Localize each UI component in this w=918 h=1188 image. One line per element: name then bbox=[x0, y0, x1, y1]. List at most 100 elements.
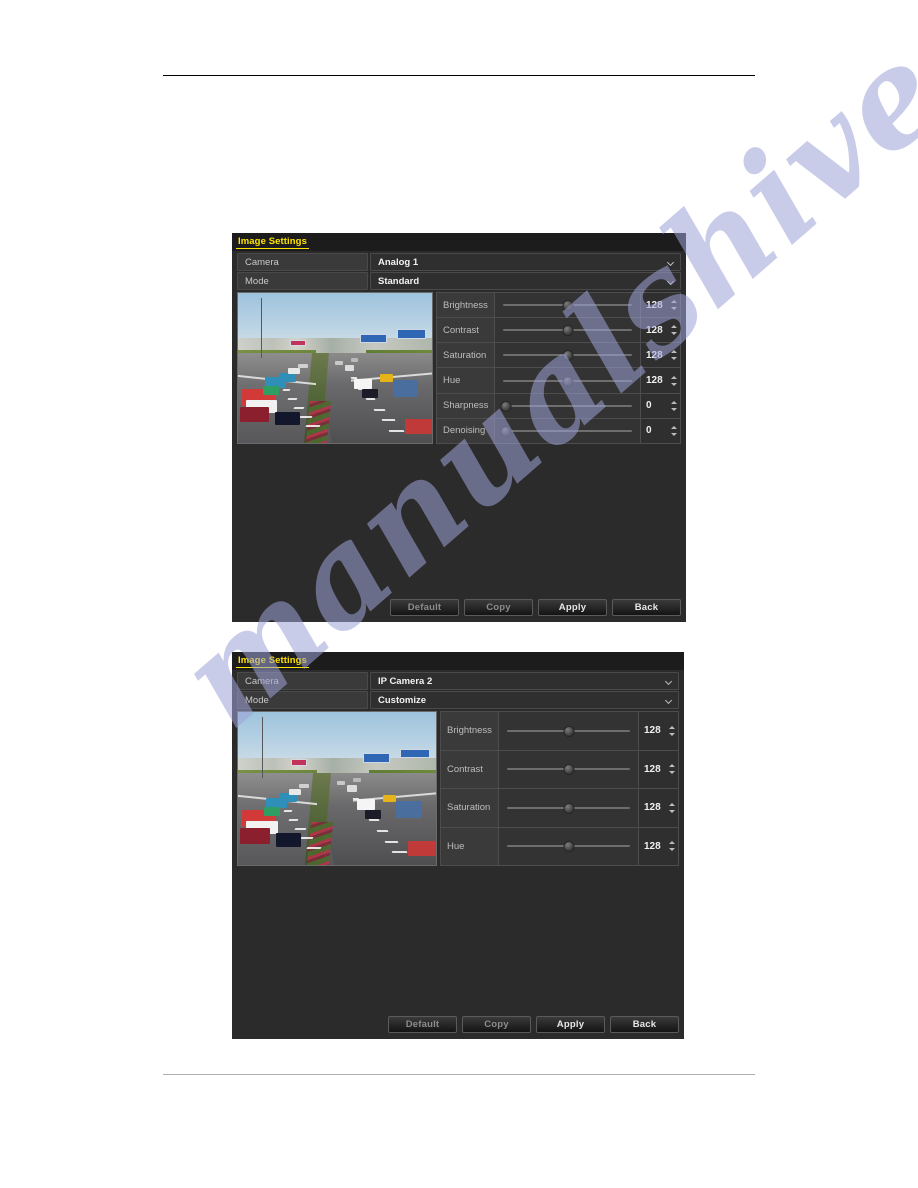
slider-thumb[interactable] bbox=[500, 425, 512, 437]
apply-button[interactable]: Apply bbox=[536, 1016, 605, 1033]
slider-track-sharpness[interactable] bbox=[494, 392, 641, 419]
slider-value-text: 128 bbox=[644, 763, 661, 775]
slider-value-text: 128 bbox=[644, 725, 661, 737]
slider-track-contrast[interactable] bbox=[498, 749, 639, 789]
slider-row: Saturation 128 bbox=[440, 788, 679, 828]
mode-select[interactable]: Standard bbox=[370, 272, 681, 290]
slider-track-saturation[interactable] bbox=[494, 342, 641, 369]
stepper-updown-icon[interactable] bbox=[668, 725, 675, 737]
slider-label-sharpness: Sharpness bbox=[436, 392, 495, 419]
field-label-camera: Camera bbox=[237, 672, 368, 690]
slider-track-hue[interactable] bbox=[498, 826, 639, 866]
panel-titlebar: Image Settings bbox=[232, 652, 684, 670]
chevron-down-icon[interactable] bbox=[668, 278, 675, 285]
slider-thumb[interactable] bbox=[562, 375, 573, 387]
slider-row: Hue 128 bbox=[440, 826, 679, 866]
slider-value-sharpness[interactable]: 0 bbox=[640, 392, 681, 419]
slider-track-saturation[interactable] bbox=[498, 788, 639, 828]
chevron-down-icon[interactable] bbox=[666, 678, 673, 685]
stepper-updown-icon[interactable] bbox=[670, 349, 677, 361]
content-area: Brightness 128 Contrast 128 Saturation 1… bbox=[237, 711, 679, 866]
slider-row: Denoising 0 bbox=[436, 417, 681, 445]
stepper-updown-icon[interactable] bbox=[668, 840, 675, 852]
image-settings-panel-ipcam: Image Settings Camera IP Camera 2 Mode C… bbox=[232, 652, 684, 1039]
slider-thumb[interactable] bbox=[562, 350, 573, 362]
slider-value-text: 128 bbox=[646, 349, 663, 361]
camera-select[interactable]: Analog 1 bbox=[370, 253, 681, 271]
chevron-down-icon[interactable] bbox=[666, 697, 673, 704]
camera-select-value: IP Camera 2 bbox=[378, 675, 433, 687]
slider-value-text: 128 bbox=[646, 375, 663, 387]
panel-body: Camera IP Camera 2 Mode Customize Bright… bbox=[232, 670, 684, 1039]
camera-select[interactable]: IP Camera 2 bbox=[370, 672, 679, 690]
slider-thumb[interactable] bbox=[563, 764, 574, 776]
slider-value-denoising[interactable]: 0 bbox=[640, 417, 681, 445]
slider-track-hue[interactable] bbox=[494, 367, 641, 394]
stepper-updown-icon[interactable] bbox=[668, 802, 675, 814]
slider-value-text: 128 bbox=[646, 299, 663, 311]
page-header-rule bbox=[163, 75, 755, 76]
stepper-updown-icon[interactable] bbox=[670, 375, 677, 387]
slider-label-hue: Hue bbox=[440, 826, 499, 866]
apply-button[interactable]: Apply bbox=[538, 599, 607, 616]
back-button[interactable]: Back bbox=[610, 1016, 679, 1033]
panel-title: Image Settings bbox=[236, 235, 309, 249]
slider-thumb[interactable] bbox=[563, 725, 574, 737]
copy-button[interactable]: Copy bbox=[462, 1016, 531, 1033]
slider-track-brightness[interactable] bbox=[494, 291, 641, 319]
slider-track-line bbox=[503, 404, 632, 407]
mode-select[interactable]: Customize bbox=[370, 691, 679, 709]
slider-value-saturation[interactable]: 128 bbox=[640, 342, 681, 369]
slider-thumb[interactable] bbox=[500, 400, 512, 412]
slider-track-contrast[interactable] bbox=[494, 317, 641, 344]
field-label-mode: Mode bbox=[237, 691, 368, 709]
default-button[interactable]: Default bbox=[388, 1016, 457, 1033]
slider-thumb[interactable] bbox=[563, 841, 574, 853]
stepper-updown-icon[interactable] bbox=[670, 425, 677, 437]
slider-value-contrast[interactable]: 128 bbox=[638, 749, 679, 789]
slider-row: Contrast 128 bbox=[436, 317, 681, 344]
chevron-down-icon[interactable] bbox=[668, 259, 675, 266]
slider-value-text: 128 bbox=[646, 324, 663, 336]
slider-label-saturation: Saturation bbox=[440, 788, 499, 828]
stepper-updown-icon[interactable] bbox=[670, 400, 677, 412]
slider-row: Contrast 128 bbox=[440, 749, 679, 789]
slider-value-text: 0 bbox=[646, 425, 652, 437]
stepper-updown-icon[interactable] bbox=[670, 299, 677, 311]
panel-title: Image Settings bbox=[236, 654, 309, 668]
slider-value-hue[interactable]: 128 bbox=[640, 367, 681, 394]
camera-select-value: Analog 1 bbox=[378, 256, 419, 268]
stepper-updown-icon[interactable] bbox=[668, 763, 675, 775]
slider-track-brightness[interactable] bbox=[498, 711, 639, 751]
slider-value-hue[interactable]: 128 bbox=[638, 826, 679, 866]
slider-value-saturation[interactable]: 128 bbox=[638, 788, 679, 828]
mode-select-value: Customize bbox=[378, 694, 427, 706]
default-button[interactable]: Default bbox=[390, 599, 459, 616]
field-row-camera: Camera Analog 1 bbox=[237, 253, 681, 271]
slider-row: Brightness 128 bbox=[440, 711, 679, 751]
slider-value-brightness[interactable]: 128 bbox=[640, 291, 681, 319]
slider-thumb[interactable] bbox=[562, 325, 573, 337]
panel-body: Camera Analog 1 Mode Standard Brightness… bbox=[232, 251, 686, 622]
field-row-camera: Camera IP Camera 2 bbox=[237, 672, 679, 690]
slider-thumb[interactable] bbox=[562, 300, 573, 312]
image-adjust-sliders: Brightness 128 Contrast 128 Saturation 1… bbox=[436, 291, 681, 445]
back-button[interactable]: Back bbox=[612, 599, 681, 616]
slider-value-brightness[interactable]: 128 bbox=[638, 711, 679, 751]
panel-titlebar: Image Settings bbox=[232, 233, 686, 251]
slider-thumb[interactable] bbox=[563, 802, 574, 814]
copy-button[interactable]: Copy bbox=[464, 599, 533, 616]
slider-row: Saturation 128 bbox=[436, 342, 681, 369]
mode-select-value: Standard bbox=[378, 275, 420, 287]
button-bar: Default Copy Apply Back bbox=[388, 1016, 679, 1033]
slider-row: Sharpness 0 bbox=[436, 392, 681, 419]
slider-track-line bbox=[503, 429, 632, 432]
slider-track-denoising[interactable] bbox=[494, 417, 641, 445]
stepper-updown-icon[interactable] bbox=[670, 324, 677, 336]
camera-preview bbox=[237, 292, 433, 444]
field-label-camera: Camera bbox=[237, 253, 368, 271]
slider-row: Hue 128 bbox=[436, 367, 681, 394]
slider-label-contrast: Contrast bbox=[440, 749, 499, 789]
field-label-mode: Mode bbox=[237, 272, 368, 290]
slider-value-contrast[interactable]: 128 bbox=[640, 317, 681, 344]
